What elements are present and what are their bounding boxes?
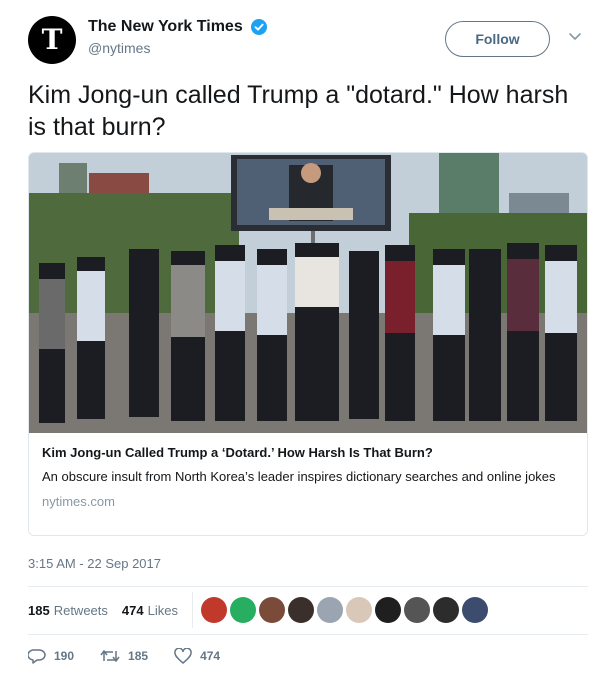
liker-avatar[interactable] <box>200 597 227 623</box>
liker-avatar[interactable] <box>287 597 314 623</box>
reply-action[interactable]: 190 <box>28 648 74 664</box>
stats-separator <box>191 592 193 628</box>
liker-avatar[interactable] <box>374 597 401 623</box>
retweets-count: 185 <box>28 602 50 618</box>
display-name[interactable]: The New York Times <box>88 18 243 36</box>
divider <box>28 586 588 587</box>
tweet-header: T The New York Times @nytimes Follow <box>28 14 582 66</box>
retweets-stat[interactable]: 185 Retweets <box>28 603 108 618</box>
divider <box>28 634 588 635</box>
liker-avatars <box>200 597 491 623</box>
chevron-down-icon[interactable] <box>568 32 582 42</box>
like-action[interactable]: 474 <box>174 648 220 664</box>
liker-avatar[interactable] <box>432 597 459 623</box>
card-image[interactable] <box>29 153 587 433</box>
liker-avatar[interactable] <box>461 597 488 623</box>
reply-count: 190 <box>54 649 75 663</box>
likes-label: Likes <box>147 602 178 618</box>
tweet-actions: 190 185 474 <box>28 648 246 664</box>
card-body[interactable]: Kim Jong-un Called Trump a ‘Dotard.’ How… <box>42 444 574 509</box>
avatar[interactable]: T <box>28 16 76 64</box>
like-count: 474 <box>200 649 221 663</box>
tweet-stats: 185 Retweets 474 Likes <box>28 592 491 628</box>
account-handle[interactable]: @nytimes <box>88 40 267 56</box>
retweets-label: Retweets <box>53 602 108 618</box>
tweet-timestamp[interactable]: 3:15 AM - 22 Sep 2017 <box>28 556 161 571</box>
card-title[interactable]: Kim Jong-un Called Trump a ‘Dotard.’ How… <box>42 444 574 462</box>
tweet-text: Kim Jong-un called Trump a "dotard." How… <box>28 81 569 141</box>
retweet-icon <box>100 649 120 663</box>
card-domain: nytimes.com <box>42 494 115 509</box>
reply-icon <box>28 649 46 664</box>
link-card[interactable]: Kim Jong-un Called Trump a ‘Dotard.’ How… <box>28 152 588 536</box>
card-description: An obscure insult from North Korea’s lea… <box>42 469 556 484</box>
liker-avatar[interactable] <box>345 597 372 623</box>
liker-avatar[interactable] <box>229 597 256 623</box>
avatar-logo: T <box>41 23 63 56</box>
liker-avatar[interactable] <box>403 597 430 623</box>
likes-stat[interactable]: 474 Likes <box>122 603 178 618</box>
verified-badge-icon <box>251 19 268 35</box>
heart-icon <box>174 648 192 664</box>
crowd-photo <box>29 153 587 433</box>
follow-button[interactable]: Follow <box>445 21 550 57</box>
likes-count: 474 <box>121 602 144 618</box>
liker-avatar[interactable] <box>316 597 343 623</box>
liker-avatar[interactable] <box>258 597 285 623</box>
account-names[interactable]: The New York Times @nytimes <box>88 18 268 56</box>
retweet-action[interactable]: 185 <box>100 648 148 664</box>
retweet-count: 185 <box>128 649 149 663</box>
